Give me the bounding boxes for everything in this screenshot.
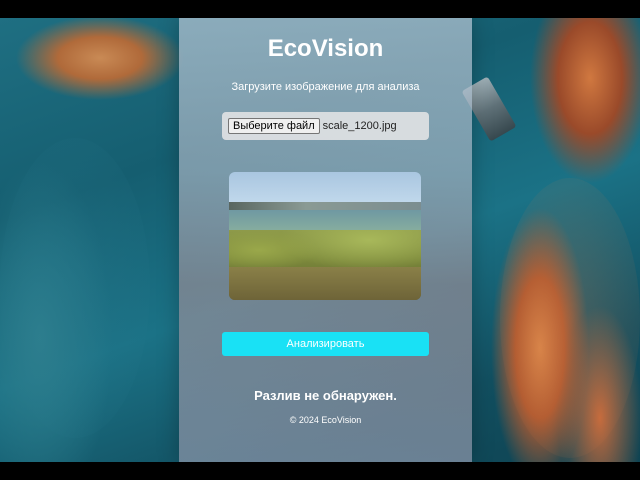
app-viewport: EcoVision Загрузите изображение для анал… [0, 18, 640, 462]
main-panel: EcoVision Загрузите изображение для анал… [179, 18, 472, 462]
image-preview [229, 172, 421, 300]
preview-shoreline [229, 202, 421, 210]
analysis-result: Разлив не обнаружен. [254, 388, 397, 403]
analyze-button[interactable]: Анализировать [222, 332, 429, 356]
choose-file-button[interactable]: Выберите файл [228, 118, 320, 134]
upload-instruction: Загрузите изображение для анализа [231, 81, 420, 93]
background-oil-swirl [0, 138, 150, 438]
preview-sand [229, 267, 421, 300]
selected-file-name: scale_1200.jpg [322, 120, 397, 132]
footer-copyright: © 2024 EcoVision [289, 415, 362, 425]
file-upload-field: Выберите файл scale_1200.jpg [222, 112, 429, 140]
background-oil-swirl [500, 178, 640, 458]
page-title: EcoVision [267, 35, 384, 62]
